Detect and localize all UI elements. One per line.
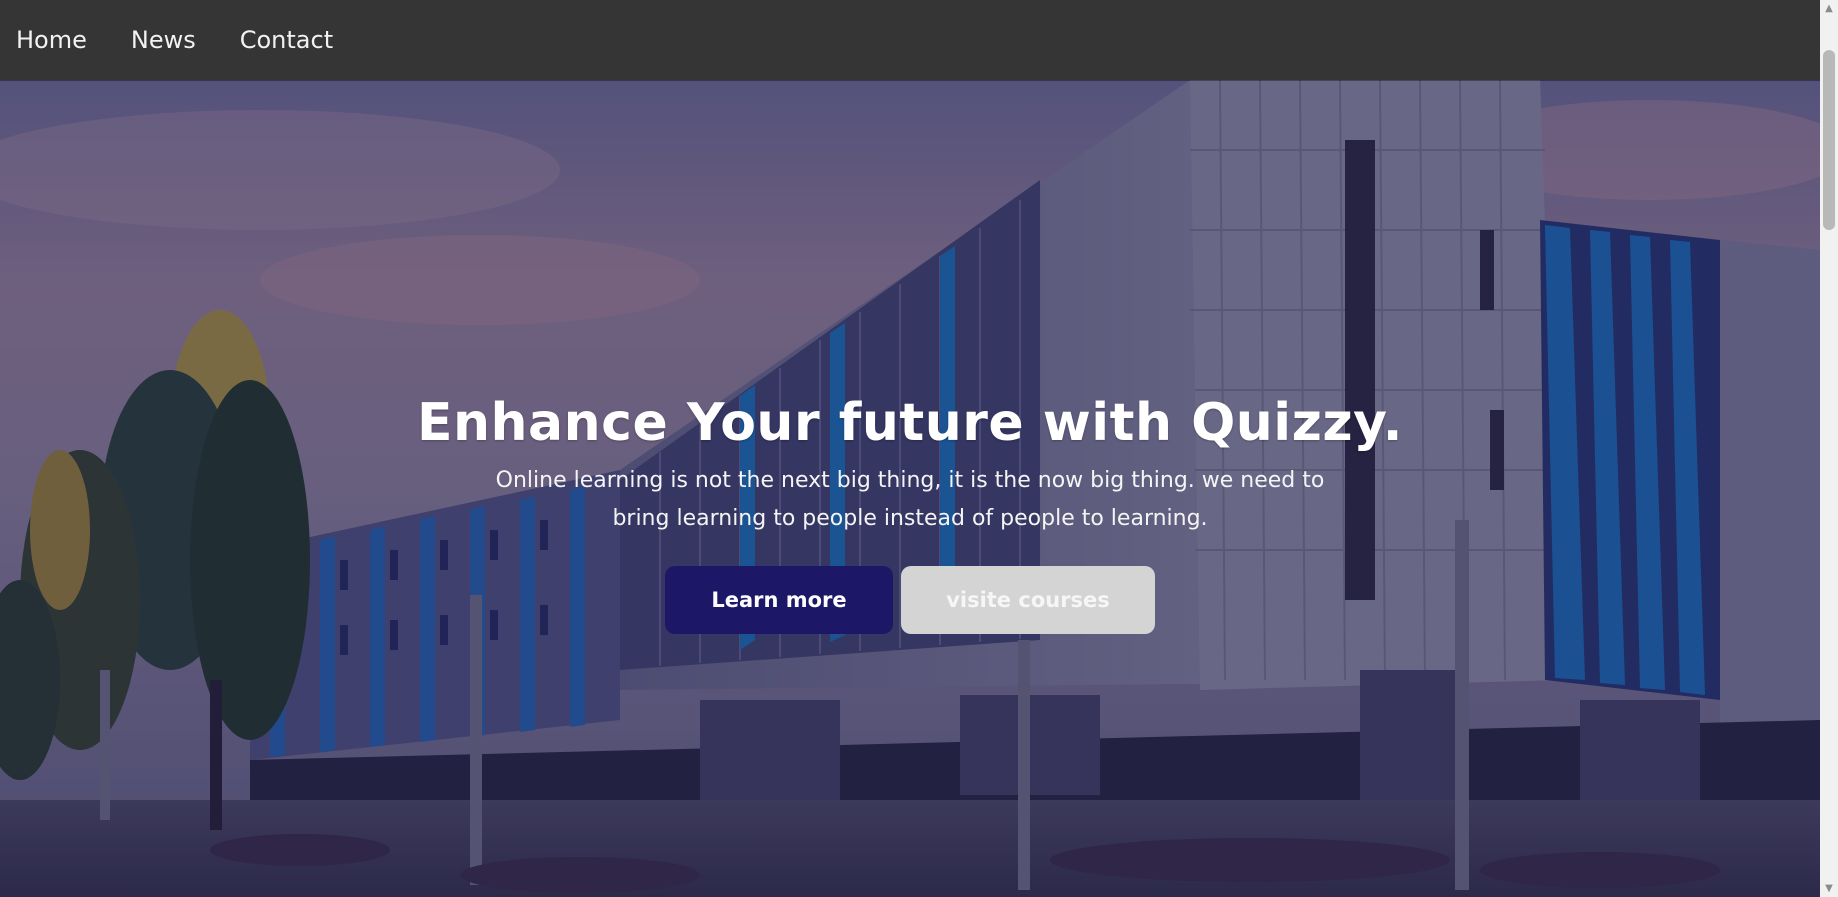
hero-content: Enhance Your future with Quizzy. Online … [0, 392, 1820, 634]
nav-link-news[interactable]: News [131, 0, 196, 80]
hero-subtitle: Online learning is not the next big thin… [495, 468, 1325, 531]
hero-button-row: Learn more visite courses [0, 566, 1820, 634]
top-navigation: Home News Contact [0, 0, 1820, 80]
learn-more-button[interactable]: Learn more [665, 566, 893, 634]
page: Home News Contact Enhance Your future wi… [0, 0, 1838, 897]
triangle-down-icon[interactable]: ▼ [1820, 880, 1838, 897]
scrollbar-thumb[interactable] [1823, 50, 1835, 230]
nav-link-contact[interactable]: Contact [240, 0, 333, 80]
hero-section: Enhance Your future with Quizzy. Online … [0, 80, 1820, 897]
vertical-scrollbar[interactable]: ▲ ▼ [1820, 0, 1838, 897]
nav-link-home[interactable]: Home [16, 0, 87, 80]
visit-courses-button[interactable]: visite courses [901, 566, 1155, 634]
hero-title: Enhance Your future with Quizzy. [416, 393, 1404, 453]
triangle-up-icon[interactable]: ▲ [1820, 0, 1838, 17]
